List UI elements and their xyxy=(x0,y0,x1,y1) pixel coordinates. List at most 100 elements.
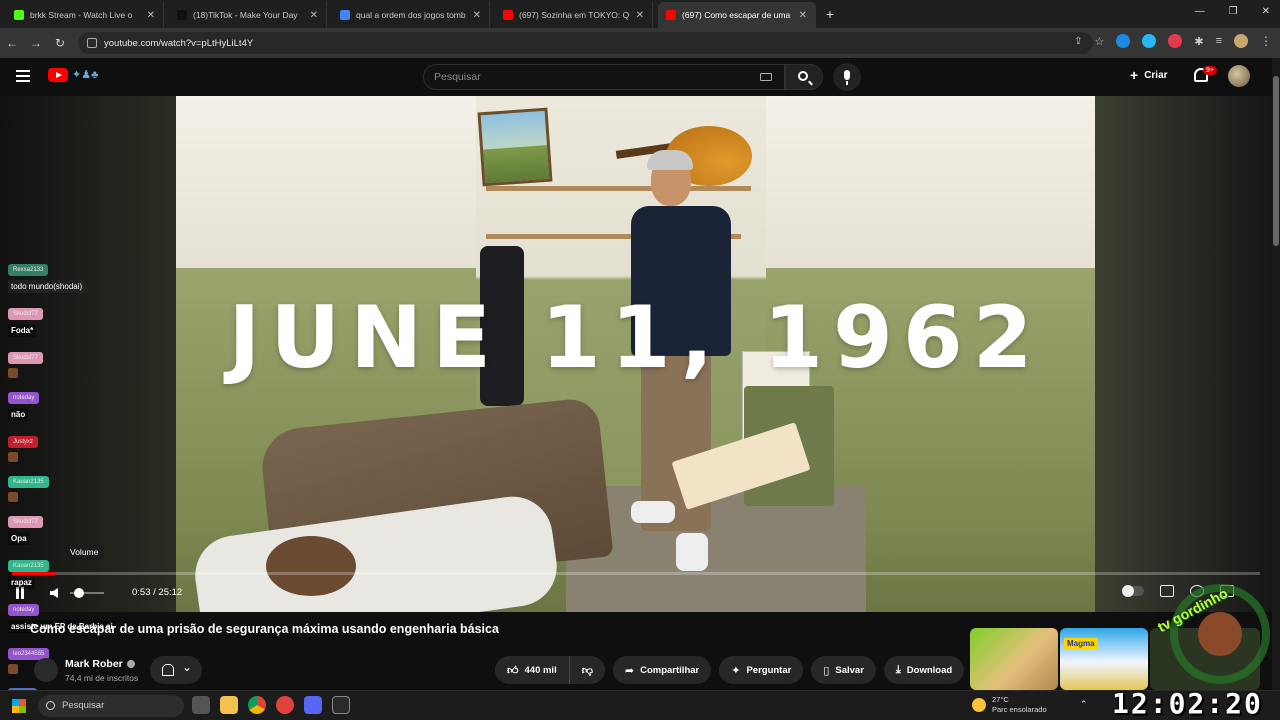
forward-icon[interactable]: → xyxy=(24,36,48,50)
browser-tab[interactable]: (697) Sozinha em TOKYO: QUA ✕ xyxy=(495,2,653,28)
bookmark-star-icon[interactable]: ☆ xyxy=(1094,35,1104,48)
file-explorer-icon[interactable] xyxy=(220,696,238,714)
share-button[interactable]: ➦ Compartilhar xyxy=(612,656,712,684)
taskbar-search[interactable]: Pesquisar xyxy=(38,695,184,717)
streamer-logo-overlay: tv gordinho xyxy=(1150,572,1278,698)
tab-favicon-icon xyxy=(340,10,350,20)
page-scrollbar[interactable] xyxy=(1272,58,1280,690)
chat-username: Kauan2135 xyxy=(8,560,49,572)
url-field[interactable]: youtube.com/watch?v=pLtHyLiLt4Y xyxy=(78,32,1093,54)
browser-menu-icon[interactable]: ⋮ xyxy=(1260,34,1272,48)
video-title: Como escapar de uma prisão de segurança … xyxy=(30,622,499,636)
epic-games-icon[interactable] xyxy=(332,696,350,714)
like-dislike-group: 👍︎ 440 mil 👎︎ xyxy=(495,656,605,684)
profile-avatar[interactable] xyxy=(1234,34,1248,48)
browser-tab[interactable]: brkk Stream - Watch Live o ✕ xyxy=(6,2,164,28)
extension-icon[interactable] xyxy=(1142,34,1157,48)
taskbar-search-placeholder: Pesquisar xyxy=(62,700,105,711)
site-settings-icon[interactable] xyxy=(87,38,97,48)
stream-chat-overlay: Rexxa2133 todo mundo(shodai) Skudsf77 Foda*… xyxy=(8,258,168,708)
maximize-icon[interactable]: ❐ xyxy=(1229,6,1238,17)
sparkle-icon: ✦ xyxy=(731,664,741,677)
tab-search-icon[interactable]: ≡ xyxy=(1216,35,1222,47)
chat-message: noteday não xyxy=(8,386,168,422)
like-count: 440 mil xyxy=(524,664,557,676)
weather-widget[interactable]: 27°C Parc ensolarado xyxy=(972,695,1047,715)
autoplay-toggle[interactable] xyxy=(1122,585,1144,597)
tab-title: (18)TikTok - Make Your Day xyxy=(193,10,298,20)
window-controls: — ❐ ✕ xyxy=(1195,6,1270,17)
search-icon xyxy=(798,71,808,81)
shelf xyxy=(486,186,751,191)
chat-username: Justyxz xyxy=(8,436,39,448)
close-window-icon[interactable]: ✕ xyxy=(1262,6,1270,17)
channel-name[interactable]: Mark Rober xyxy=(65,658,123,670)
close-tab-icon[interactable]: ✕ xyxy=(473,10,481,21)
extension-icon[interactable] xyxy=(1168,34,1183,48)
search-input[interactable]: Pesquisar xyxy=(423,64,785,90)
app-icon[interactable] xyxy=(276,696,294,714)
browser-tab[interactable]: qual a ordem dos jogos tomb ✕ xyxy=(332,2,490,28)
discord-icon[interactable] xyxy=(304,696,322,714)
shoe xyxy=(631,501,675,523)
notification-badge: 9+ xyxy=(1203,66,1217,75)
extension-icon[interactable] xyxy=(1116,34,1131,48)
channel-name-wrap[interactable]: Mark Rober xyxy=(65,658,135,670)
chat-emote-icon xyxy=(8,492,18,502)
like-button[interactable]: 👍︎ 440 mil xyxy=(495,656,570,684)
minimize-icon[interactable]: — xyxy=(1195,6,1205,17)
video-player[interactable]: JUNE 11, 1962 Volume 0:53 / 25:12 xyxy=(0,96,1272,612)
keyboard-icon[interactable] xyxy=(760,73,772,81)
hamburger-menu-icon[interactable] xyxy=(16,70,30,82)
logo-face xyxy=(1198,612,1242,656)
close-tab-icon[interactable]: ✕ xyxy=(636,10,644,21)
chat-message: Skudsf77 Opa xyxy=(8,510,168,546)
recommended-video-thumbnail[interactable]: Magma xyxy=(1060,628,1148,690)
task-view-icon[interactable] xyxy=(192,696,210,714)
back-icon[interactable]: ← xyxy=(0,36,24,50)
video-actions: 👍︎ 440 mil 👎︎ ➦ Compartilhar ✦ Perguntar ▯ S… xyxy=(495,656,998,684)
create-button[interactable]: + Criar xyxy=(1130,67,1168,83)
download-button[interactable]: ⤓ Download xyxy=(883,656,965,684)
search-button[interactable] xyxy=(785,64,823,90)
tray-chevron-icon[interactable]: ⌃ xyxy=(1080,699,1088,710)
ambient-right xyxy=(1095,96,1272,612)
chat-text: não xyxy=(8,408,29,421)
channel-avatar[interactable] xyxy=(34,658,58,682)
weather-desc: Parc ensolarado xyxy=(992,705,1047,714)
chrome-icon[interactable] xyxy=(248,696,266,714)
chat-username: Skudsf77 xyxy=(8,516,44,528)
subscription-bell-button[interactable] xyxy=(150,656,202,684)
voice-search-icon[interactable] xyxy=(833,63,861,91)
video-overlay-date: JUNE 11, 1962 xyxy=(228,288,1043,388)
close-tab-icon[interactable]: ✕ xyxy=(147,10,155,21)
extensions-puzzle-icon[interactable]: ✱ xyxy=(1194,35,1203,48)
progress-bar[interactable] xyxy=(12,572,1260,575)
windows-start-icon[interactable] xyxy=(12,699,26,713)
account-avatar[interactable] xyxy=(1228,65,1250,87)
browser-tab[interactable]: (18)TikTok - Make Your Day ✕ xyxy=(169,2,327,28)
tab-favicon-icon xyxy=(14,10,24,20)
recommended-video-thumbnail[interactable] xyxy=(970,628,1058,690)
reload-icon[interactable]: ↻ xyxy=(48,36,72,50)
save-button[interactable]: ▯ Salvar xyxy=(811,656,876,684)
youtube-logo[interactable] xyxy=(48,68,68,82)
close-tab-icon[interactable]: ✕ xyxy=(310,10,318,21)
chat-text: Foda* xyxy=(8,324,37,337)
install-icon[interactable]: ⇪ xyxy=(1074,36,1082,47)
verified-icon xyxy=(126,660,135,669)
chat-username: Skudsf77 xyxy=(8,308,44,320)
browser-tab[interactable]: (697) Como escapar de uma ✕ xyxy=(658,2,816,28)
download-icon: ⤓ xyxy=(895,663,901,676)
ask-button[interactable]: ✦ Perguntar xyxy=(719,656,804,684)
close-tab-icon[interactable]: ✕ xyxy=(799,10,807,21)
dislike-button[interactable]: 👎︎ xyxy=(569,656,605,684)
plus-icon: + xyxy=(1130,67,1139,83)
youtube-doodle-icon[interactable]: ✦♟♣ xyxy=(72,68,98,81)
browser-tab-bar: + — ❐ ✕ brkk Stream - Watch Live o ✕ (18)T… xyxy=(0,0,1280,28)
chat-username: Kauan2135 xyxy=(8,476,49,488)
new-tab-button[interactable]: + xyxy=(818,6,842,22)
chat-message: Justyxz xyxy=(8,430,168,462)
share-label: Compartilhar xyxy=(640,664,700,676)
scrollbar-thumb[interactable] xyxy=(1273,76,1279,246)
